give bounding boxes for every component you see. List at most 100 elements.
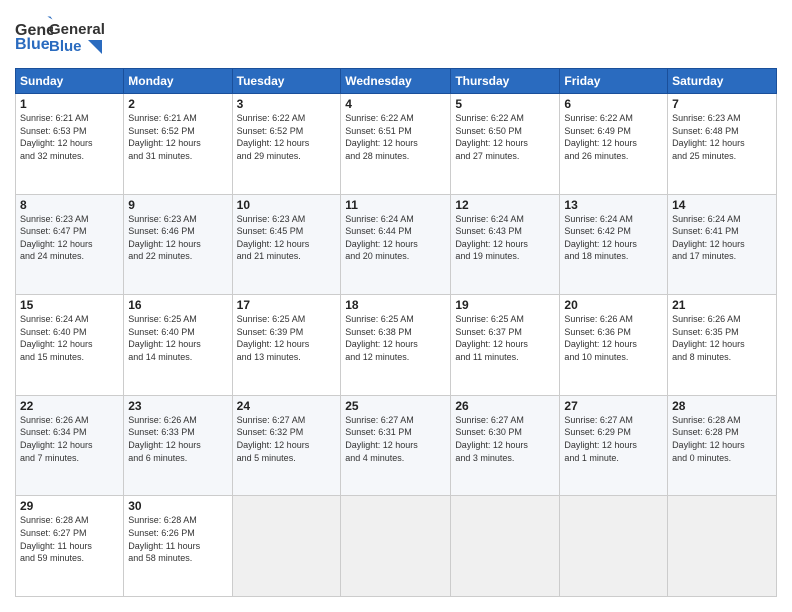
day-info: Sunrise: 6:23 AM Sunset: 6:46 PM Dayligh… — [128, 213, 227, 263]
calendar-cell: 11Sunrise: 6:24 AM Sunset: 6:44 PM Dayli… — [341, 194, 451, 295]
calendar-cell: 5Sunrise: 6:22 AM Sunset: 6:50 PM Daylig… — [451, 94, 560, 195]
calendar-cell: 26Sunrise: 6:27 AM Sunset: 6:30 PM Dayli… — [451, 395, 560, 496]
day-number: 21 — [672, 298, 772, 312]
day-info: Sunrise: 6:24 AM Sunset: 6:40 PM Dayligh… — [20, 313, 119, 363]
day-number: 4 — [345, 97, 446, 111]
calendar-cell: 13Sunrise: 6:24 AM Sunset: 6:42 PM Dayli… — [560, 194, 668, 295]
calendar-cell: 2Sunrise: 6:21 AM Sunset: 6:52 PM Daylig… — [124, 94, 232, 195]
day-info: Sunrise: 6:22 AM Sunset: 6:52 PM Dayligh… — [237, 112, 337, 162]
day-info: Sunrise: 6:28 AM Sunset: 6:26 PM Dayligh… — [128, 514, 227, 564]
day-number: 17 — [237, 298, 337, 312]
calendar-header-row: SundayMondayTuesdayWednesdayThursdayFrid… — [16, 69, 777, 94]
col-header-thursday: Thursday — [451, 69, 560, 94]
day-number: 13 — [564, 198, 663, 212]
calendar-cell: 10Sunrise: 6:23 AM Sunset: 6:45 PM Dayli… — [232, 194, 341, 295]
day-number: 30 — [128, 499, 227, 513]
day-number: 24 — [237, 399, 337, 413]
day-number: 12 — [455, 198, 555, 212]
calendar-cell: 9Sunrise: 6:23 AM Sunset: 6:46 PM Daylig… — [124, 194, 232, 295]
calendar-cell: 6Sunrise: 6:22 AM Sunset: 6:49 PM Daylig… — [560, 94, 668, 195]
day-number: 8 — [20, 198, 119, 212]
calendar-cell: 19Sunrise: 6:25 AM Sunset: 6:37 PM Dayli… — [451, 295, 560, 396]
day-number: 19 — [455, 298, 555, 312]
day-info: Sunrise: 6:26 AM Sunset: 6:34 PM Dayligh… — [20, 414, 119, 464]
day-number: 23 — [128, 399, 227, 413]
day-number: 15 — [20, 298, 119, 312]
day-info: Sunrise: 6:27 AM Sunset: 6:29 PM Dayligh… — [564, 414, 663, 464]
day-number: 18 — [345, 298, 446, 312]
day-info: Sunrise: 6:24 AM Sunset: 6:41 PM Dayligh… — [672, 213, 772, 263]
day-info: Sunrise: 6:23 AM Sunset: 6:48 PM Dayligh… — [672, 112, 772, 162]
logo-general: General — [49, 22, 105, 39]
calendar-week-row: 1Sunrise: 6:21 AM Sunset: 6:53 PM Daylig… — [16, 94, 777, 195]
col-header-saturday: Saturday — [668, 69, 777, 94]
calendar-table: SundayMondayTuesdayWednesdayThursdayFrid… — [15, 68, 777, 597]
day-info: Sunrise: 6:25 AM Sunset: 6:39 PM Dayligh… — [237, 313, 337, 363]
day-info: Sunrise: 6:27 AM Sunset: 6:30 PM Dayligh… — [455, 414, 555, 464]
calendar-cell: 22Sunrise: 6:26 AM Sunset: 6:34 PM Dayli… — [16, 395, 124, 496]
day-number: 22 — [20, 399, 119, 413]
col-header-monday: Monday — [124, 69, 232, 94]
day-number: 25 — [345, 399, 446, 413]
page: General Blue General Blue SundayMon — [0, 0, 792, 612]
day-info: Sunrise: 6:27 AM Sunset: 6:31 PM Dayligh… — [345, 414, 446, 464]
day-number: 11 — [345, 198, 446, 212]
calendar-cell: 4Sunrise: 6:22 AM Sunset: 6:51 PM Daylig… — [341, 94, 451, 195]
day-number: 5 — [455, 97, 555, 111]
day-info: Sunrise: 6:26 AM Sunset: 6:36 PM Dayligh… — [564, 313, 663, 363]
calendar-cell: 24Sunrise: 6:27 AM Sunset: 6:32 PM Dayli… — [232, 395, 341, 496]
calendar-cell: 27Sunrise: 6:27 AM Sunset: 6:29 PM Dayli… — [560, 395, 668, 496]
day-number: 3 — [237, 97, 337, 111]
header: General Blue General Blue — [15, 15, 777, 58]
calendar-cell: 30Sunrise: 6:28 AM Sunset: 6:26 PM Dayli… — [124, 496, 232, 597]
day-number: 14 — [672, 198, 772, 212]
col-header-wednesday: Wednesday — [341, 69, 451, 94]
logo-arrow-icon — [88, 40, 102, 54]
day-number: 2 — [128, 97, 227, 111]
calendar-cell: 7Sunrise: 6:23 AM Sunset: 6:48 PM Daylig… — [668, 94, 777, 195]
day-info: Sunrise: 6:28 AM Sunset: 6:28 PM Dayligh… — [672, 414, 772, 464]
day-number: 20 — [564, 298, 663, 312]
calendar-cell: 8Sunrise: 6:23 AM Sunset: 6:47 PM Daylig… — [16, 194, 124, 295]
calendar-week-row: 22Sunrise: 6:26 AM Sunset: 6:34 PM Dayli… — [16, 395, 777, 496]
calendar-cell: 28Sunrise: 6:28 AM Sunset: 6:28 PM Dayli… — [668, 395, 777, 496]
day-info: Sunrise: 6:24 AM Sunset: 6:43 PM Dayligh… — [455, 213, 555, 263]
day-info: Sunrise: 6:24 AM Sunset: 6:42 PM Dayligh… — [564, 213, 663, 263]
calendar-week-row: 8Sunrise: 6:23 AM Sunset: 6:47 PM Daylig… — [16, 194, 777, 295]
logo-blue: Blue — [49, 39, 105, 56]
day-number: 7 — [672, 97, 772, 111]
calendar-week-row: 29Sunrise: 6:28 AM Sunset: 6:27 PM Dayli… — [16, 496, 777, 597]
day-number: 29 — [20, 499, 119, 513]
day-number: 6 — [564, 97, 663, 111]
day-info: Sunrise: 6:22 AM Sunset: 6:51 PM Dayligh… — [345, 112, 446, 162]
calendar-cell: 20Sunrise: 6:26 AM Sunset: 6:36 PM Dayli… — [560, 295, 668, 396]
day-number: 28 — [672, 399, 772, 413]
logo: General Blue General Blue — [15, 15, 105, 58]
calendar-cell — [668, 496, 777, 597]
col-header-sunday: Sunday — [16, 69, 124, 94]
day-info: Sunrise: 6:25 AM Sunset: 6:38 PM Dayligh… — [345, 313, 446, 363]
calendar-cell: 16Sunrise: 6:25 AM Sunset: 6:40 PM Dayli… — [124, 295, 232, 396]
day-number: 10 — [237, 198, 337, 212]
day-info: Sunrise: 6:23 AM Sunset: 6:45 PM Dayligh… — [237, 213, 337, 263]
day-info: Sunrise: 6:25 AM Sunset: 6:37 PM Dayligh… — [455, 313, 555, 363]
day-info: Sunrise: 6:22 AM Sunset: 6:50 PM Dayligh… — [455, 112, 555, 162]
day-number: 26 — [455, 399, 555, 413]
calendar-cell — [451, 496, 560, 597]
calendar-cell: 3Sunrise: 6:22 AM Sunset: 6:52 PM Daylig… — [232, 94, 341, 195]
calendar-cell: 23Sunrise: 6:26 AM Sunset: 6:33 PM Dayli… — [124, 395, 232, 496]
calendar-cell: 25Sunrise: 6:27 AM Sunset: 6:31 PM Dayli… — [341, 395, 451, 496]
calendar-cell — [341, 496, 451, 597]
day-number: 1 — [20, 97, 119, 111]
svg-text:Blue: Blue — [15, 36, 50, 53]
day-info: Sunrise: 6:24 AM Sunset: 6:44 PM Dayligh… — [345, 213, 446, 263]
calendar-cell: 15Sunrise: 6:24 AM Sunset: 6:40 PM Dayli… — [16, 295, 124, 396]
calendar-week-row: 15Sunrise: 6:24 AM Sunset: 6:40 PM Dayli… — [16, 295, 777, 396]
day-info: Sunrise: 6:22 AM Sunset: 6:49 PM Dayligh… — [564, 112, 663, 162]
calendar-cell: 21Sunrise: 6:26 AM Sunset: 6:35 PM Dayli… — [668, 295, 777, 396]
calendar-cell — [232, 496, 341, 597]
day-info: Sunrise: 6:26 AM Sunset: 6:33 PM Dayligh… — [128, 414, 227, 464]
calendar-cell: 18Sunrise: 6:25 AM Sunset: 6:38 PM Dayli… — [341, 295, 451, 396]
day-number: 27 — [564, 399, 663, 413]
day-info: Sunrise: 6:23 AM Sunset: 6:47 PM Dayligh… — [20, 213, 119, 263]
